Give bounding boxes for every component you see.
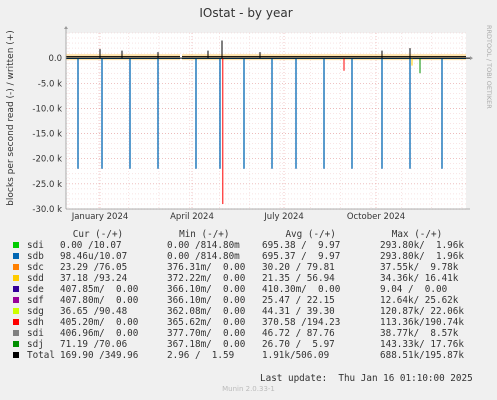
legend-cur: 36.65 /90.48 <box>60 306 128 317</box>
legend-series-name: sdg <box>27 306 44 317</box>
legend-series-name: sdc <box>27 262 44 273</box>
legend-max: 293.80k/ 1.96k <box>380 240 464 251</box>
legend-cur: 98.46u/10.07 <box>60 251 128 262</box>
legend-avg: 370.58 /194.23 <box>262 317 341 328</box>
munin-version: Munin 2.0.33-1 <box>222 385 275 393</box>
legend-max: 120.87k/ 22.06k <box>380 306 464 317</box>
legend-swatch <box>13 330 19 336</box>
legend-min: 372.22m/ 0.00 <box>167 273 246 284</box>
legend-min: 367.18m/ 0.00 <box>167 339 246 350</box>
legend-min: 366.10m/ 0.00 <box>167 284 246 295</box>
chart-frame: IOstat - by year blocks per second read … <box>0 0 497 400</box>
legend-cur: 406.96m/ 0.00 <box>60 328 139 339</box>
legend-avg: 44.31 / 39.30 <box>262 306 335 317</box>
legend-max: 12.64k/ 25.62k <box>380 295 459 306</box>
y-tick-label: -20.0 k <box>32 155 62 165</box>
y-axis-label: blocks per second read (-) / written (+) <box>6 30 16 206</box>
legend-min: 365.62m/ 0.00 <box>167 317 246 328</box>
legend-avg: 1.91k/506.09 <box>262 350 330 361</box>
legend-row: Total 169.90 /349.96 2.96 / 1.59 1.91k/506.… <box>0 350 497 361</box>
x-tick-label: October 2024 <box>347 212 405 222</box>
legend-row: sdi 406.96m/ 0.00 377.70m/ 0.00 46.72 / 87.… <box>0 328 497 339</box>
legend-row: sdf 407.80m/ 0.00 366.10m/ 0.00 25.47 / 22.… <box>0 295 497 306</box>
legend-row: sdb 98.46u/10.07 0.00 /814.80m 695.37 / 9.9… <box>0 251 497 262</box>
legend-avg: 46.72 / 87.76 <box>262 328 335 339</box>
legend-cur: 407.85m/ 0.00 <box>60 284 139 295</box>
legend-series-name: sdh <box>27 317 44 328</box>
legend-header: Cur (-/+) Min (-/+) Avg (-/+) Max (-/+) <box>0 229 443 240</box>
legend-max: 143.33k/ 17.76k <box>380 339 464 350</box>
y-axis-arrow <box>64 26 68 29</box>
legend-row: sdc 23.29 /76.05 376.31m/ 0.00 30.20 / 79.8… <box>0 262 497 273</box>
y-tick-label: 0.0 <box>48 54 62 64</box>
legend-avg: 30.20 / 79.81 <box>262 262 335 273</box>
legend-max: 37.55k/ 9.78k <box>380 262 459 273</box>
legend-cur: 0.00 /10.07 <box>60 240 122 251</box>
legend-avg: 410.30m/ 0.00 <box>262 284 341 295</box>
legend-max: 688.51k/195.87k <box>380 350 464 361</box>
legend-series-name: sdd <box>27 273 44 284</box>
legend-row: sdg 36.65 /90.48 362.08m/ 0.00 44.31 / 39.3… <box>0 306 497 317</box>
legend-swatch <box>13 319 19 325</box>
legend-series-name: sde <box>27 284 44 295</box>
legend-series-name: sdf <box>27 295 44 306</box>
y-tick-label: -5.0 k <box>38 79 62 89</box>
legend-cur: 407.80m/ 0.00 <box>60 295 139 306</box>
legend-avg: 695.37 / 9.97 <box>262 251 341 262</box>
legend-max: 38.77k/ 8.57k <box>380 328 459 339</box>
legend-cur: 71.19 /70.06 <box>60 339 128 350</box>
legend-row: sdd 37.18 /93.24 372.22m/ 0.00 21.35 / 56.9… <box>0 273 497 284</box>
x-tick-label: January 2024 <box>71 212 129 222</box>
legend-series-name: Total <box>27 350 55 361</box>
legend-avg: 26.70 / 5.97 <box>262 339 335 350</box>
chart: IOstat - by year blocks per second read … <box>6 6 493 222</box>
y-tick-label: -30.0 k <box>32 205 62 215</box>
x-tick-label: July 2024 <box>263 212 304 222</box>
legend-swatch <box>13 308 19 314</box>
legend-row: sdi 0.00 /10.07 0.00 /814.80m 695.38 / 9.97… <box>0 240 497 251</box>
legend-max: 293.80k/ 1.96k <box>380 251 464 262</box>
legend-swatch <box>13 352 19 358</box>
y-tick-label: -15.0 k <box>32 130 62 140</box>
legend-avg: 695.38 / 9.97 <box>262 240 341 251</box>
legend-swatch <box>13 286 19 292</box>
legend-cur: 37.18 /93.24 <box>60 273 128 284</box>
legend-avg: 21.35 / 56.94 <box>262 273 335 284</box>
legend-max: 34.36k/ 16.41k <box>380 273 459 284</box>
legend-min: 0.00 /814.80m <box>167 240 240 251</box>
legend-cur: 23.29 /76.05 <box>60 262 128 273</box>
y-tick-label: -10.0 k <box>32 104 62 114</box>
legend-swatch <box>13 341 19 347</box>
chart-title: IOstat - by year <box>199 6 292 20</box>
last-update: Last update: Thu Jan 16 01:10:00 2025 <box>260 373 473 384</box>
legend-cur: 169.90 /349.96 <box>60 350 139 361</box>
y-tick-label: -25.0 k <box>32 180 62 190</box>
legend-min: 0.00 /814.80m <box>167 251 240 262</box>
legend-max: 9.04 / 0.00 <box>380 284 448 295</box>
legend-swatch <box>13 275 19 281</box>
legend-avg: 25.47 / 22.15 <box>262 295 335 306</box>
legend-min: 376.31m/ 0.00 <box>167 262 246 273</box>
rrdtool-side-label: RRDTOOL / TOBI OETIKER <box>485 25 493 109</box>
legend-min: 362.08m/ 0.00 <box>167 306 246 317</box>
legend-cur: 405.20m/ 0.00 <box>60 317 139 328</box>
legend-row: sdj 71.19 /70.06 367.18m/ 0.00 26.70 / 5.97… <box>0 339 497 350</box>
legend-swatch <box>13 264 19 270</box>
x-axis-arrow <box>470 56 473 61</box>
legend-series-name: sdj <box>27 339 44 350</box>
activity-band <box>66 54 180 61</box>
legend-swatch <box>13 253 19 259</box>
legend-swatch <box>13 242 19 248</box>
legend-series-name: sdi <box>27 328 44 339</box>
legend-max: 113.36k/190.74k <box>380 317 464 328</box>
legend-min: 2.96 / 1.59 <box>167 350 235 361</box>
legend-series-name: sdb <box>27 251 44 262</box>
legend-row: sdh 405.20m/ 0.00 365.62m/ 0.00 370.58 /194… <box>0 317 497 328</box>
legend-swatch <box>13 297 19 303</box>
x-tick-label: April 2024 <box>170 212 214 222</box>
legend-row: sde 407.85m/ 0.00 366.10m/ 0.00 410.30m/ 0.… <box>0 284 497 295</box>
legend-min: 377.70m/ 0.00 <box>167 328 246 339</box>
legend-min: 366.10m/ 0.00 <box>167 295 246 306</box>
legend-series-name: sdi <box>27 240 44 251</box>
